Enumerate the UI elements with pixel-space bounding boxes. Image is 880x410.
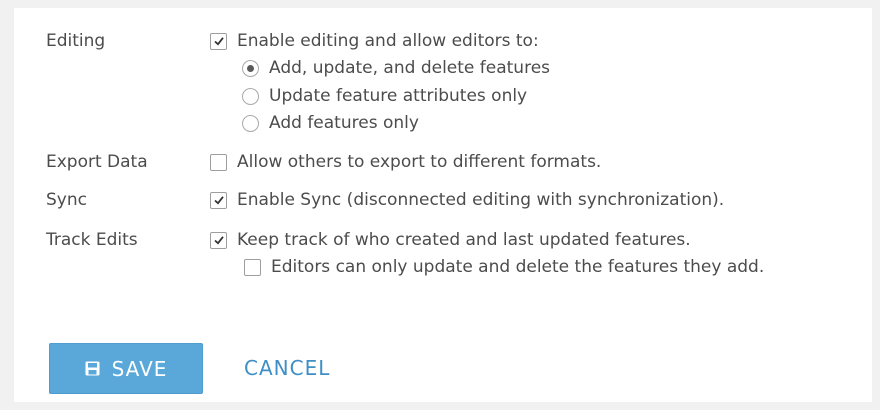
editors-own-features-option[interactable]: Editors can only update and delete the f… [244, 256, 764, 278]
radio-add-only-button[interactable] [242, 114, 259, 132]
export-data-option[interactable]: Allow others to export to different form… [210, 151, 601, 173]
radio-add-update-delete[interactable]: Add, update, and delete features [242, 57, 550, 79]
export-data-label: Export Data [46, 152, 148, 172]
enable-editing-checkbox[interactable] [210, 32, 227, 50]
track-edits-text: Keep track of who created and last updat… [237, 230, 691, 250]
radio-add-only-text: Add features only [269, 113, 419, 133]
enable-editing-option[interactable]: Enable editing and allow editors to: [210, 30, 539, 52]
track-edits-option[interactable]: Keep track of who created and last updat… [210, 229, 691, 251]
editors-own-features-checkbox[interactable] [244, 258, 261, 276]
settings-panel: Editing Enable editing and allow editors… [14, 8, 872, 402]
export-data-text: Allow others to export to different form… [237, 152, 602, 172]
enable-sync-option[interactable]: Enable Sync (disconnected editing with s… [210, 189, 724, 211]
radio-update-attributes-button[interactable] [242, 87, 259, 105]
radio-update-attributes-text: Update feature attributes only [269, 86, 528, 106]
save-icon [85, 361, 100, 376]
radio-add-update-delete-button[interactable] [242, 59, 259, 77]
checkmark-icon [213, 37, 224, 46]
radio-selected-dot [247, 64, 254, 72]
radio-add-only[interactable]: Add features only [242, 112, 419, 134]
radio-update-attributes[interactable]: Update feature attributes only [242, 85, 527, 107]
track-edits-checkbox[interactable] [210, 231, 227, 249]
track-edits-label: Track Edits [46, 230, 138, 250]
enable-editing-text: Enable editing and allow editors to: [237, 31, 539, 51]
radio-add-update-delete-text: Add, update, and delete features [269, 58, 551, 78]
save-button[interactable]: SAVE [49, 343, 203, 394]
save-button-label: SAVE [111, 356, 168, 381]
sync-label: Sync [46, 190, 87, 210]
checkmark-icon [213, 196, 224, 205]
enable-sync-text: Enable Sync (disconnected editing with s… [237, 190, 725, 210]
export-data-checkbox[interactable] [210, 153, 227, 171]
editing-label: Editing [46, 31, 106, 51]
editors-own-features-text: Editors can only update and delete the f… [271, 257, 765, 277]
enable-sync-checkbox[interactable] [210, 191, 227, 209]
checkmark-icon [213, 236, 224, 245]
cancel-button[interactable]: CANCEL [244, 353, 330, 383]
